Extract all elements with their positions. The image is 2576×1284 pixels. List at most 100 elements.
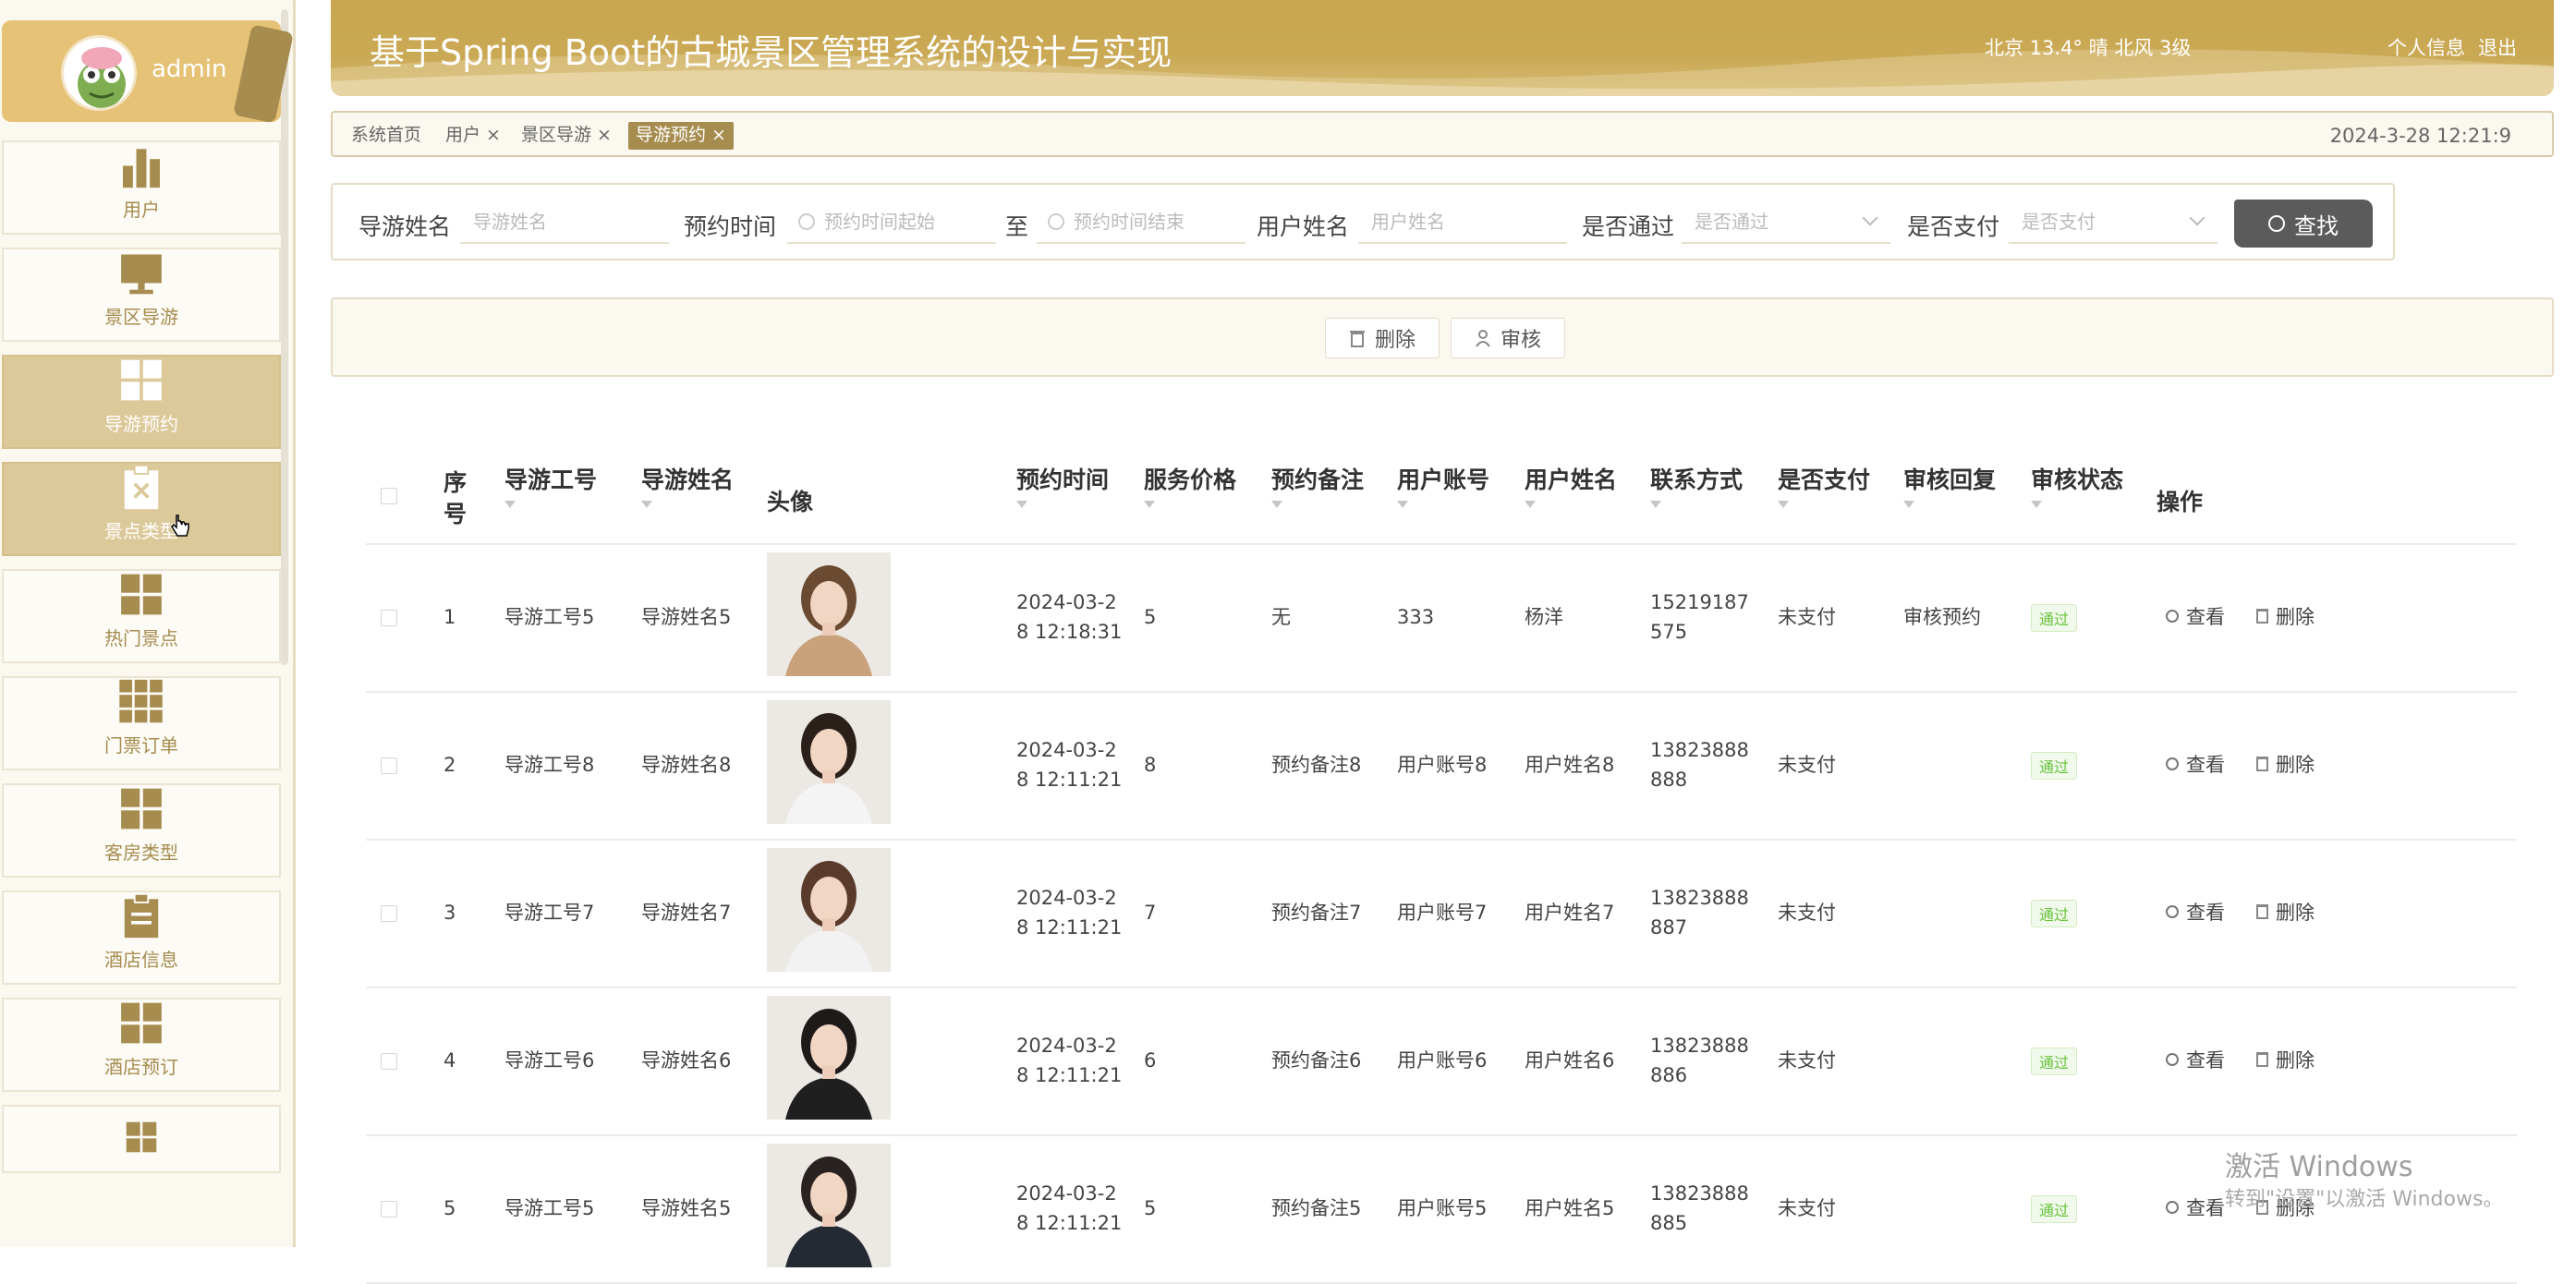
row-delete-button[interactable]: 删除: [2256, 898, 2315, 926]
header-note[interactable]: 预约备注: [1271, 462, 1364, 510]
cell-user-name: 用户姓名5: [1525, 1197, 1615, 1219]
row-checkbox[interactable]: [381, 757, 397, 774]
sidebar-item-more[interactable]: [2, 1105, 281, 1173]
paid-select[interactable]: 是否支付: [2009, 201, 2218, 244]
cell-user-name: 用户姓名8: [1525, 754, 1615, 776]
cell-time-line1: 2024-03-2: [1016, 739, 1117, 761]
cell-user-name: 用户姓名7: [1525, 902, 1615, 924]
sidebar-item-users[interactable]: 用户: [2, 140, 281, 235]
header-guide-no[interactable]: 导游工号: [504, 462, 597, 510]
grid-nine-icon: [119, 679, 163, 723]
sidebar-item-hotel-booking[interactable]: 酒店预订: [2, 998, 281, 1092]
row-delete-button[interactable]: 删除: [2256, 602, 2315, 630]
cell-paid: 未支付: [1778, 1197, 1836, 1219]
table-row[interactable]: 1 导游工号5 导游姓名5 2024-03-2 8 12:18:31 5 无 3…: [366, 545, 2517, 693]
tab-home[interactable]: 系统首页: [344, 122, 429, 150]
cell-time: 2024-03-2 8 12:11:21: [1016, 1031, 1122, 1090]
row-checkbox[interactable]: [381, 905, 397, 922]
row-checkbox[interactable]: [381, 610, 397, 626]
row-checkbox[interactable]: [381, 1201, 397, 1217]
review-button[interactable]: 审核: [1451, 318, 1565, 358]
cell-guide-name: 导游姓名5: [641, 606, 732, 628]
bulk-delete-label: 删除: [1374, 329, 1416, 352]
time-start-input[interactable]: 预约时间起始: [787, 201, 996, 244]
header-price[interactable]: 服务价格: [1144, 462, 1236, 510]
user-name-input[interactable]: 用户姓名: [1358, 201, 1567, 244]
guide-avatar-photo[interactable]: [767, 700, 891, 824]
sidebar-item-guide-booking[interactable]: 导游预约: [2, 355, 281, 449]
header-guide-no-label: 导游工号: [504, 466, 598, 493]
tab-scenic-guide[interactable]: 景区导游 ×: [514, 122, 619, 150]
guide-avatar-photo[interactable]: [767, 848, 891, 972]
select-all-checkbox[interactable]: [381, 488, 397, 504]
status-badge: 通过: [2031, 604, 2078, 632]
sidebar-item-ticket-orders[interactable]: 门票订单: [2, 676, 281, 770]
search-button-label: 查找: [2294, 212, 2339, 239]
avatar[interactable]: [61, 35, 137, 111]
cell-contact: 15219187 575: [1650, 587, 1749, 647]
sort-icon: [1650, 501, 1661, 510]
cell-time-line1: 2024-03-2: [1016, 1182, 1117, 1205]
sidebar-item-hot-attractions[interactable]: 热门景点: [2, 569, 281, 663]
row-delete-button[interactable]: 删除: [2256, 750, 2315, 778]
view-button[interactable]: 查看: [2166, 1193, 2225, 1221]
cell-price: 7: [1144, 902, 1157, 924]
header-time[interactable]: 预约时间: [1016, 462, 1109, 510]
table-row[interactable]: 4 导游工号6 导游姓名6 2024-03-2 8 12:11:21 6 预约备…: [366, 988, 2517, 1136]
table-row[interactable]: 5 导游工号5 导游姓名5 2024-03-2 8 12:11:21 5 预约备…: [366, 1136, 2517, 1284]
grid-icon: [121, 574, 162, 615]
header-contact[interactable]: 联系方式: [1650, 462, 1743, 510]
cell-time: 2024-03-2 8 12:11:21: [1016, 735, 1122, 794]
view-button[interactable]: 查看: [2166, 602, 2225, 630]
header: 基于Spring Boot的古城景区管理系统的设计与实现 北京 13.4° 晴 …: [331, 0, 2554, 96]
time-start-placeholder: 预约时间起始: [824, 211, 935, 233]
table-row[interactable]: 3 导游工号7 导游姓名7 2024-03-2 8 12:11:21 7 预约备…: [366, 841, 2517, 988]
time-end-input[interactable]: 预约时间结束: [1037, 201, 1245, 244]
tab-guide-booking[interactable]: 导游预约 ×: [628, 122, 734, 150]
cell-guide-no: 导游工号5: [504, 1197, 595, 1219]
guide-avatar-photo[interactable]: [767, 1144, 891, 1267]
logout-link[interactable]: 退出: [2478, 33, 2517, 61]
header-user-name[interactable]: 用户姓名: [1525, 462, 1617, 510]
sidebar-item-scenic-guide[interactable]: 景区导游: [2, 248, 281, 342]
bulk-delete-button[interactable]: 删除: [1325, 318, 1440, 358]
weather-info: 北京 13.4° 晴 北风 3级: [1985, 37, 2192, 59]
sidebar-item-attraction-type[interactable]: 景点类型: [2, 462, 281, 556]
header-account[interactable]: 用户账号: [1397, 462, 1489, 510]
header-status[interactable]: 审核状态: [2031, 462, 2123, 510]
sort-icon: [641, 501, 652, 510]
tab-users[interactable]: 用户 ×: [438, 122, 508, 150]
cell-account: 用户账号5: [1397, 1197, 1488, 1219]
view-button[interactable]: 查看: [2166, 750, 2225, 778]
cell-price: 5: [1144, 1197, 1157, 1219]
status-badge: 通过: [2031, 1195, 2078, 1223]
sidebar-item-hotel-info[interactable]: 酒店信息: [2, 890, 281, 985]
search-button[interactable]: 查找: [2234, 200, 2373, 248]
sidebar-item-room-types[interactable]: 客房类型: [2, 783, 281, 878]
guide-name-input[interactable]: 导游姓名: [460, 201, 669, 244]
view-button[interactable]: 查看: [2166, 1046, 2225, 1073]
view-button[interactable]: 查看: [2166, 898, 2225, 926]
cell-guide-no: 导游工号5: [504, 606, 595, 628]
cell-note: 预约备注6: [1271, 1049, 1362, 1072]
guide-avatar-photo[interactable]: [767, 552, 891, 676]
cell-note: 预约备注7: [1271, 902, 1362, 924]
grid-icon: [121, 1002, 162, 1044]
cell-time-line2: 8 12:18:31: [1016, 621, 1123, 643]
passed-select[interactable]: 是否通过: [1682, 201, 1890, 244]
cell-paid: 未支付: [1778, 754, 1836, 776]
header-avatar[interactable]: 头像: [767, 484, 813, 517]
cell-contact-line2: 885: [1650, 1212, 1688, 1234]
row-delete-button[interactable]: 删除: [2256, 1046, 2315, 1073]
view-label: 查看: [2186, 1197, 2225, 1219]
profile-link[interactable]: 个人信息: [2388, 33, 2465, 61]
guide-avatar-photo[interactable]: [767, 996, 891, 1120]
row-checkbox[interactable]: [381, 1053, 397, 1070]
header-guide-name[interactable]: 导游姓名: [641, 462, 734, 510]
header-paid[interactable]: 是否支付: [1778, 462, 1870, 510]
cell-time-line1: 2024-03-2: [1016, 1035, 1117, 1057]
sidebar-scrollbar[interactable]: [281, 9, 288, 665]
sidebar-item-label: 酒店预订: [104, 1056, 178, 1078]
table-row[interactable]: 2 导游工号8 导游姓名8 2024-03-2 8 12:11:21 8 预约备…: [366, 693, 2517, 841]
header-reply[interactable]: 审核回复: [1903, 462, 1996, 510]
